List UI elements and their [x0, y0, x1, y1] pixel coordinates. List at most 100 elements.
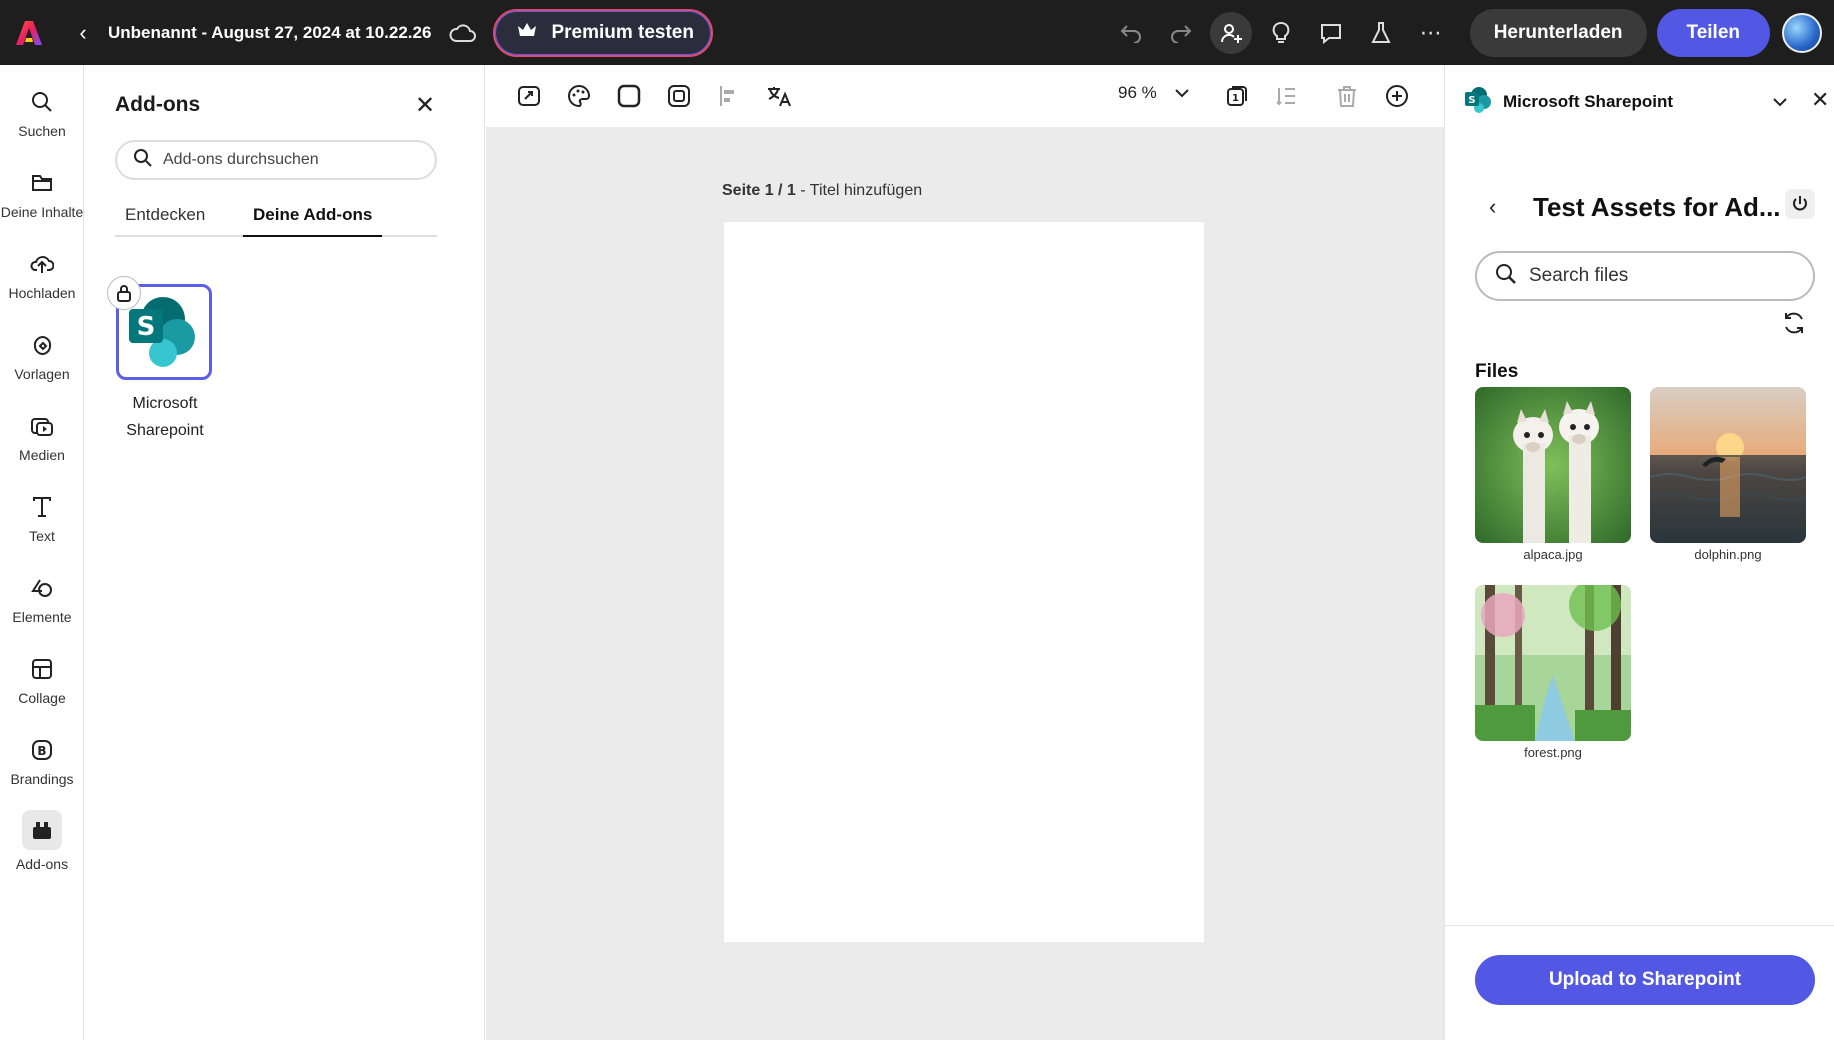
file-item-dolphin[interactable]: dolphin.png	[1650, 387, 1806, 562]
svg-text:1: 1	[1232, 93, 1239, 104]
translate-icon[interactable]	[764, 81, 794, 111]
collapse-chevron-icon[interactable]	[1773, 91, 1787, 112]
layers-icon[interactable]	[1272, 81, 1302, 111]
text-icon	[27, 492, 57, 522]
adobe-express-logo-icon[interactable]	[0, 0, 58, 65]
rail-label: Brandings	[10, 771, 74, 787]
elements-icon	[27, 573, 57, 603]
svg-text:B: B	[37, 744, 46, 758]
power-icon[interactable]	[1785, 189, 1815, 219]
rail-item-brandings[interactable]: B Brandings	[0, 723, 84, 803]
rail-item-templates[interactable]: Vorlagen	[0, 318, 84, 398]
panel-divider	[1445, 925, 1834, 926]
comment-icon[interactable]	[1306, 0, 1356, 65]
redo-icon[interactable]	[1156, 0, 1206, 65]
folder-icon	[27, 168, 57, 198]
delete-icon[interactable]	[1332, 81, 1362, 111]
file-item-forest[interactable]: forest.png	[1475, 585, 1631, 760]
shape-rounded-square-icon[interactable]	[614, 81, 644, 111]
lock-icon	[107, 276, 141, 310]
dolphin-thumbnail[interactable]	[1650, 387, 1806, 543]
rail-item-upload[interactable]: Hochladen	[0, 237, 84, 317]
canvas-area: Seite 1 / 1 - Titel hinzufügen	[486, 127, 1444, 1040]
close-sharepoint-panel-icon[interactable]: ✕	[1811, 87, 1829, 113]
rail-label: Vorlagen	[14, 366, 70, 382]
sharepoint-panel-title: Microsoft Sharepoint	[1503, 92, 1674, 111]
upload-to-sharepoint-button[interactable]: Upload to Sharepoint	[1475, 955, 1815, 1005]
rail-item-your-content[interactable]: Deine Inhalte	[0, 156, 84, 236]
rail-label: Deine Inhalte	[0, 204, 84, 220]
page-title-placeholder[interactable]: - Titel hinzufügen	[796, 182, 922, 199]
search-files-input[interactable]: Search files	[1475, 251, 1815, 301]
back-chevron-icon[interactable]: ‹	[58, 20, 108, 46]
top-bar: ‹ Unbenannt - August 27, 2024 at 10.22.2…	[0, 0, 1834, 65]
media-icon	[27, 411, 57, 441]
rail-item-search[interactable]: Suchen	[0, 75, 84, 155]
rail-label: Medien	[19, 447, 65, 463]
rail-label: Hochladen	[8, 285, 76, 301]
share-button[interactable]: Teilen	[1656, 8, 1770, 57]
search-icon	[133, 148, 153, 173]
color-palette-icon[interactable]	[564, 81, 594, 111]
rail-item-collage[interactable]: Collage	[0, 642, 84, 722]
design-page[interactable]	[724, 222, 1204, 942]
rail-label: Text	[29, 528, 55, 544]
add-icon[interactable]	[1382, 81, 1412, 111]
back-chevron-icon[interactable]: ‹	[1489, 194, 1517, 220]
addons-search-input[interactable]: Add-ons durchsuchen	[115, 140, 437, 180]
more-options-icon[interactable]: ⋯	[1406, 0, 1456, 65]
addons-icon	[22, 810, 62, 850]
pages-icon[interactable]: 1	[1222, 81, 1252, 111]
alpaca-thumbnail[interactable]	[1475, 387, 1631, 543]
left-nav-rail: Suchen Deine Inhalte Hochladen Vorlagen …	[0, 65, 84, 1040]
frame-icon[interactable]	[664, 81, 694, 111]
svg-text:S: S	[1468, 95, 1475, 106]
refresh-icon[interactable]	[1781, 310, 1807, 336]
rail-item-media[interactable]: Medien	[0, 399, 84, 479]
lightbulb-icon[interactable]	[1256, 0, 1306, 65]
search-files-placeholder: Search files	[1529, 265, 1629, 286]
tab-discover[interactable]: Entdecken	[115, 205, 215, 237]
templates-icon	[27, 330, 57, 360]
addons-search-placeholder: Add-ons durchsuchen	[163, 151, 319, 168]
branding-icon: B	[27, 735, 57, 765]
svg-text:S: S	[137, 312, 156, 342]
undo-icon[interactable]	[1106, 0, 1156, 65]
close-addons-panel-icon[interactable]: ✕	[415, 91, 435, 120]
tab-your-addons[interactable]: Deine Add-ons	[243, 205, 383, 237]
sharepoint-panel-header: S Microsoft Sharepoint ✕	[1463, 85, 1829, 119]
files-section-label: Files	[1475, 361, 1519, 382]
resize-icon[interactable]	[514, 81, 544, 111]
crown-icon	[517, 22, 537, 44]
page-label[interactable]: Seite 1 / 1 - Titel hinzufügen	[722, 182, 922, 200]
addons-panel: Add-ons ✕ Add-ons durchsuchen Entdecken …	[85, 65, 566, 1040]
beta-flask-icon[interactable]	[1356, 0, 1406, 65]
canvas-toolbar: 96 % 1	[486, 65, 1444, 127]
forest-thumbnail[interactable]	[1475, 585, 1631, 741]
rail-item-text[interactable]: Text	[0, 480, 84, 560]
document-title[interactable]: Unbenannt - August 27, 2024 at 10.22.26	[108, 23, 431, 43]
file-name: alpaca.jpg	[1523, 547, 1583, 562]
align-icon[interactable]	[714, 81, 744, 111]
download-button[interactable]: Herunterladen	[1469, 8, 1647, 57]
user-avatar[interactable]	[1782, 12, 1822, 53]
addon-name: Microsoft Sharepoint	[126, 395, 204, 439]
cloud-sync-icon[interactable]	[449, 19, 477, 47]
rail-label: Collage	[18, 690, 66, 706]
file-name: dolphin.png	[1694, 547, 1762, 562]
add-user-icon	[1209, 11, 1252, 54]
search-icon	[27, 87, 57, 117]
rail-item-elements[interactable]: Elemente	[0, 561, 84, 641]
chevron-down-icon	[1175, 83, 1189, 103]
rail-label: Elemente	[12, 609, 72, 625]
zoom-dropdown[interactable]: 96 %	[1118, 83, 1189, 103]
rail-item-addons[interactable]: Add-ons	[0, 804, 84, 884]
premium-label: Premium testen	[551, 21, 694, 43]
invite-user-button[interactable]	[1206, 0, 1256, 65]
file-item-alpaca[interactable]: alpaca.jpg	[1475, 387, 1631, 562]
search-icon	[1495, 263, 1517, 290]
addons-tabs: Entdecken Deine Add-ons	[115, 205, 437, 237]
folder-title: Test Assets for Ad...	[1533, 191, 1781, 222]
folder-header: ‹ Test Assets for Ad...	[1489, 187, 1809, 227]
premium-trial-button[interactable]: Premium testen	[493, 8, 714, 57]
